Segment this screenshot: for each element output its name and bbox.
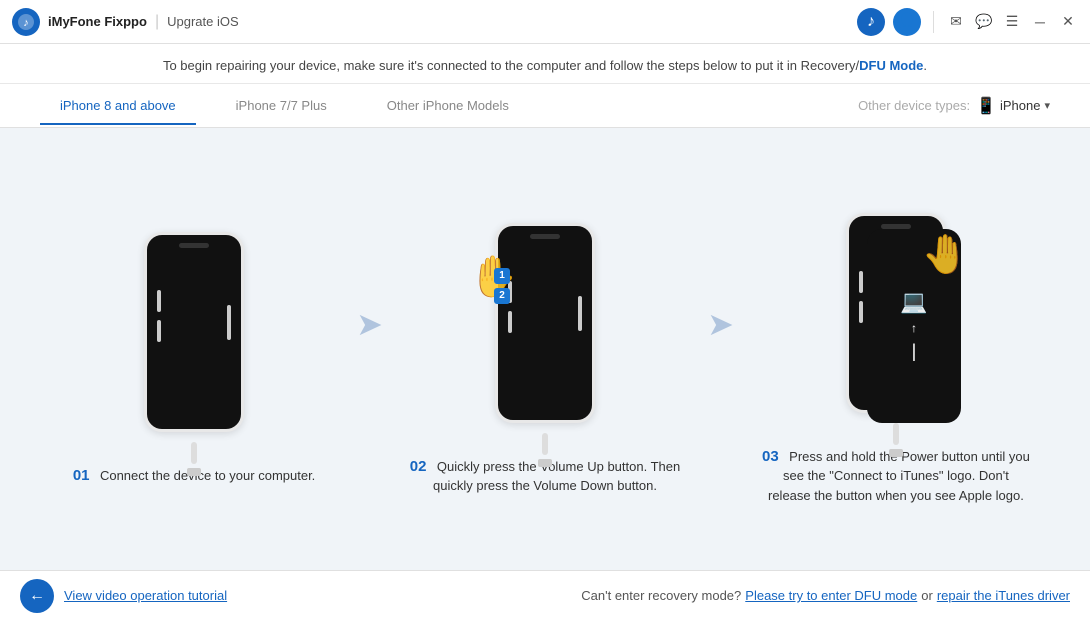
step-1-text: Connect the device to your computer. (100, 468, 315, 483)
step1-phone-body (144, 232, 244, 432)
step-2-num: 02 (410, 458, 427, 475)
power-btn (227, 305, 231, 340)
device-type-selector[interactable]: 📱 iPhone ▾ (976, 96, 1050, 116)
step-arrow-2: ➤ (707, 305, 734, 343)
step2-badges: 1 2 (494, 268, 510, 304)
tab-iphone8-above[interactable]: iPhone 8 and above (40, 86, 196, 125)
cant-enter-label: Can't enter recovery mode? (581, 588, 741, 603)
step2-phone: 🤚 1 2 (480, 213, 610, 443)
volume-down-btn (157, 320, 161, 342)
title-divider: | (155, 13, 159, 31)
other-device-label: Other device types: (858, 98, 970, 113)
laptop-icon: 💻 (900, 289, 927, 315)
step2-power (578, 296, 582, 331)
step-3-text: Press and hold the Power button until yo… (768, 449, 1030, 503)
step-2-text: Quickly press the Volume Up button. Then… (433, 459, 680, 494)
device-select-label: iPhone (1000, 98, 1040, 113)
app-logo: ♪ (12, 8, 40, 36)
app-name: iMyFone Fixppo (48, 14, 147, 29)
mail-icon[interactable]: ✉ (946, 12, 966, 32)
device-phone-icon: 📱 (976, 96, 996, 116)
dfu-mode-link[interactable]: Please try to enter DFU mode (745, 588, 917, 603)
tab-other-models[interactable]: Other iPhone Models (367, 86, 529, 125)
back-arrow-icon: ← (29, 587, 45, 605)
step3-cable (893, 423, 899, 445)
volume-up-btn (157, 290, 161, 312)
tab-iphone7[interactable]: iPhone 7/7 Plus (216, 86, 347, 125)
titlebar: ♪ iMyFone Fixppo | Upgrate iOS ♪ 👤 ✉ 💬 ☰… (0, 0, 1090, 44)
step3-cable-head (889, 449, 903, 457)
hand-left-icon: 🤚 (468, 253, 518, 300)
chat-icon[interactable]: 💬 (974, 12, 994, 32)
step1-phone (129, 222, 259, 452)
back-button[interactable]: ← (20, 579, 54, 613)
close-button[interactable]: ✕ (1058, 12, 1078, 32)
chevron-down-icon: ▾ (1044, 99, 1050, 112)
step1-cable (191, 442, 197, 464)
minimize-button[interactable]: ─ (1030, 12, 1050, 32)
step-1-wrapper: 01 Connect the device to your computer. (40, 222, 348, 486)
menu-icon[interactable]: ☰ (1002, 12, 1022, 32)
step2-cable (542, 433, 548, 455)
hand-right-icon: 🤚 (922, 233, 969, 277)
badge-1: 1 (494, 268, 510, 284)
bottom-bar: ← View video operation tutorial Can't en… (0, 570, 1090, 620)
or-separator: or (921, 588, 933, 603)
step2-volume-down (508, 311, 512, 333)
step-3-num: 03 (762, 448, 779, 465)
instruction-text: To begin repairing your device, make sur… (163, 58, 927, 73)
step-3-wrapper: 💻 ↑ | 🤚 03 Press and hold the Power butt… (742, 203, 1050, 506)
step-arrow-1: ➤ (356, 305, 383, 343)
instruction-bar: To begin repairing your device, make sur… (0, 44, 1090, 84)
step3-vol-up (859, 271, 863, 293)
dfu-highlight: DFU Mode (859, 58, 923, 73)
step3-phone: 💻 ↑ | 🤚 (831, 203, 961, 433)
step3-vol-down (859, 301, 863, 323)
music-icon-btn[interactable]: ♪ (857, 8, 885, 36)
main-content: To begin repairing your device, make sur… (0, 44, 1090, 620)
video-tutorial-link[interactable]: View video operation tutorial (64, 588, 227, 603)
step-2-wrapper: 🤚 1 2 02 Quickly press the Volume Up but… (391, 213, 699, 496)
svg-text:♪: ♪ (23, 17, 29, 29)
titlebar-icons: ♪ 👤 ✉ 💬 ☰ ─ ✕ (857, 8, 1078, 36)
window-subtitle: Upgrate iOS (167, 14, 239, 29)
step2-cable-head (538, 459, 552, 467)
step-1-num: 01 (73, 467, 90, 484)
step1-cable-head (187, 468, 201, 476)
steps-content: 01 Connect the device to your computer. … (0, 128, 1090, 570)
cable-icon: | (912, 341, 917, 362)
badge-2: 2 (494, 288, 510, 304)
tabs-bar: iPhone 8 and above iPhone 7/7 Plus Other… (0, 84, 1090, 128)
itunes-driver-link[interactable]: repair the iTunes driver (937, 588, 1070, 603)
titlebar-separator (933, 11, 934, 33)
arrow-up-icon: ↑ (911, 321, 917, 335)
avatar-icon-btn[interactable]: 👤 (893, 8, 921, 36)
